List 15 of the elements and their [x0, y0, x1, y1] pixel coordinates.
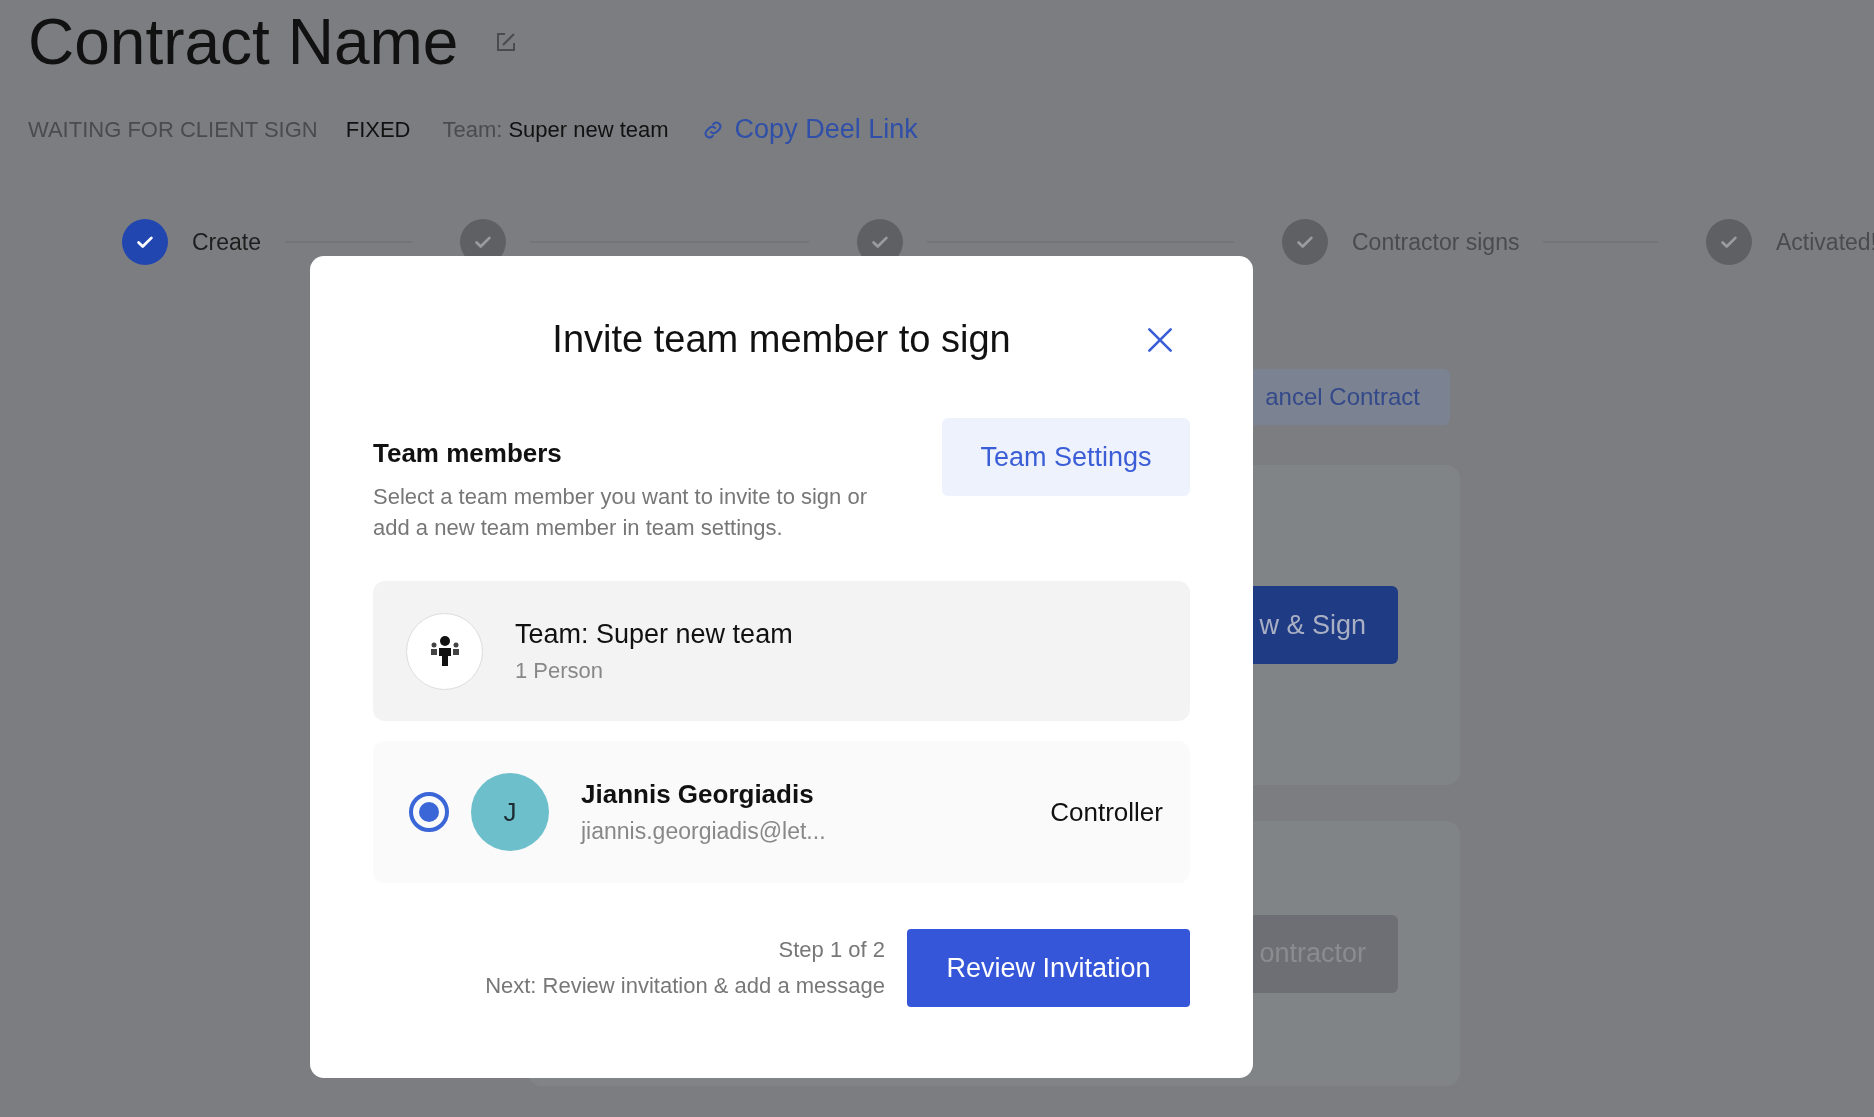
step-label: Create [192, 228, 262, 256]
section-title: Team members [373, 438, 563, 469]
member-role: Controller [1050, 796, 1163, 828]
team-name: Super new team [508, 116, 669, 143]
section-description: Select a team member you want to invite to sign or add a new team member in team settings. [373, 483, 868, 542]
step-indicator: Step 1 of 2 [778, 937, 885, 963]
team-count: 1 Person [515, 657, 605, 684]
member-avatar: J [471, 773, 549, 851]
team-name: Team: Super new team [515, 618, 793, 650]
dialog-title: Invite team member to sign [552, 317, 1011, 361]
contract-type: FIXED [345, 116, 411, 143]
contract-title: Contract Name [28, 10, 459, 74]
member-name: Jiannis Georgiadis [581, 779, 815, 810]
member-email: jiannis.georgiadis@let... [581, 818, 826, 845]
next-step-hint: Next: Review invitation & add a message [485, 973, 885, 999]
